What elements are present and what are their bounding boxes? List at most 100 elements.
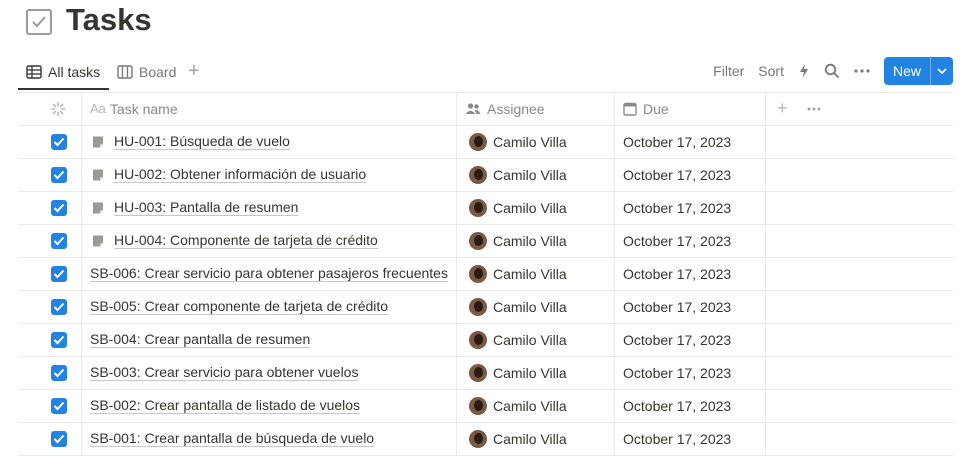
done-checkbox[interactable] <box>51 191 67 224</box>
checkbox-checked-icon <box>51 199 67 216</box>
avatar <box>469 297 487 316</box>
assignee-cell[interactable]: Camilo Villa <box>469 389 567 422</box>
done-checkbox[interactable] <box>51 422 67 455</box>
table-row[interactable]: HU-003: Pantalla de resumen Camilo Villa O… <box>18 191 953 224</box>
due-cell[interactable]: October 17, 2023 <box>623 257 731 290</box>
done-checkbox[interactable] <box>51 125 67 158</box>
done-checkbox[interactable] <box>51 158 67 191</box>
due-date: October 17, 2023 <box>623 133 732 150</box>
sort-button[interactable]: Sort <box>758 63 784 79</box>
due-cell[interactable]: October 17, 2023 <box>623 290 731 323</box>
done-checkbox[interactable] <box>51 290 67 323</box>
task-name[interactable]: SB-003: Crear servicio para obtener vuel… <box>90 364 359 381</box>
column-header-task-name[interactable]: Aa Task name <box>90 92 178 125</box>
checkbox-checked-icon <box>51 133 67 150</box>
table-row[interactable]: SB-003: Crear servicio para obtener vuel… <box>18 356 953 389</box>
more-options-icon[interactable] <box>854 69 870 73</box>
add-property-button[interactable]: + <box>777 92 788 125</box>
task-name[interactable]: HU-004: Componente de tarjeta de crédito <box>114 232 378 249</box>
assignee-cell[interactable]: Camilo Villa <box>469 290 567 323</box>
checkbox-checked-icon <box>51 166 67 183</box>
table-row[interactable]: SB-001: Crear pantalla de búsqueda de vu… <box>18 422 953 455</box>
table-row[interactable]: SB-004: Crear pantalla de resumen Camilo … <box>18 323 953 356</box>
task-name-cell: SB-004: Crear pantalla de resumen <box>90 323 311 356</box>
automation-lightning-icon[interactable] <box>798 63 810 79</box>
due-cell[interactable]: October 17, 2023 <box>623 158 731 191</box>
page-icon <box>91 234 105 248</box>
avatar <box>469 231 487 250</box>
table-row[interactable]: HU-004: Componente de tarjeta de crédito… <box>18 224 953 257</box>
due-date: October 17, 2023 <box>623 430 732 447</box>
done-checkbox[interactable] <box>51 257 67 290</box>
done-checkbox[interactable] <box>51 323 67 356</box>
task-name[interactable]: SB-002: Crear pantalla de listado de vue… <box>90 397 361 414</box>
assignee-cell[interactable]: Camilo Villa <box>469 422 567 455</box>
done-checkbox[interactable] <box>51 224 67 257</box>
due-cell[interactable]: October 17, 2023 <box>623 125 731 158</box>
table-row[interactable]: SB-002: Crear pantalla de listado de vue… <box>18 389 953 422</box>
page-header: Tasks <box>26 0 152 40</box>
new-button[interactable]: New <box>884 57 930 85</box>
new-options-chevron-icon[interactable] <box>930 57 953 85</box>
column-header-assignee[interactable]: Assignee <box>465 92 545 125</box>
tab-label: All tasks <box>48 64 101 80</box>
due-cell[interactable]: October 17, 2023 <box>623 389 731 422</box>
due-cell[interactable]: October 17, 2023 <box>623 356 731 389</box>
task-name[interactable]: SB-006: Crear servicio para obtener pasa… <box>90 265 448 282</box>
table-icon <box>26 65 42 79</box>
task-name-cell: SB-002: Crear pantalla de listado de vue… <box>90 389 361 422</box>
task-name[interactable]: HU-001: Búsqueda de vuelo <box>114 133 290 150</box>
task-name[interactable]: HU-002: Obtener información de usuario <box>114 166 367 183</box>
due-cell[interactable]: October 17, 2023 <box>623 191 731 224</box>
toolbar: Filter Sort New <box>713 57 953 85</box>
assignee-cell[interactable]: Camilo Villa <box>469 257 567 290</box>
checkbox-checked-icon <box>51 298 67 315</box>
done-checkbox[interactable] <box>51 356 67 389</box>
table-row[interactable]: SB-006: Crear servicio para obtener pasa… <box>18 257 953 290</box>
table-row[interactable]: HU-001: Búsqueda de vuelo Camilo Villa Oct… <box>18 125 953 158</box>
due-date: October 17, 2023 <box>623 166 732 183</box>
assignee-cell[interactable]: Camilo Villa <box>469 158 567 191</box>
done-checkbox[interactable] <box>51 389 67 422</box>
checkbox-icon <box>26 9 52 35</box>
page-title[interactable]: Tasks <box>66 2 152 38</box>
column-options-icon[interactable] <box>807 92 821 125</box>
task-name-cell: HU-002: Obtener información de usuario <box>91 158 367 191</box>
assignee-name: Camilo Villa <box>493 364 567 381</box>
due-cell[interactable]: October 17, 2023 <box>623 323 731 356</box>
assignee-cell[interactable]: Camilo Villa <box>469 224 567 257</box>
tab-all-tasks[interactable]: All tasks <box>26 55 100 89</box>
search-icon[interactable] <box>824 63 840 79</box>
add-view-button[interactable]: + <box>188 61 200 81</box>
task-name[interactable]: SB-005: Crear componente de tarjeta de c… <box>90 298 389 315</box>
task-name[interactable]: SB-004: Crear pantalla de resumen <box>90 331 311 348</box>
assignee-cell[interactable]: Camilo Villa <box>469 191 567 224</box>
tab-board[interactable]: Board <box>117 55 176 89</box>
task-name[interactable]: HU-003: Pantalla de resumen <box>114 199 299 216</box>
tab-label: Board <box>139 64 177 80</box>
board-icon <box>117 65 133 79</box>
column-header-due[interactable]: Due <box>623 92 669 125</box>
task-name-cell: HU-004: Componente de tarjeta de crédito <box>91 224 378 257</box>
assignee-name: Camilo Villa <box>493 232 567 249</box>
view-bar: All tasks Board + Filter Sort New <box>18 55 953 92</box>
filter-button[interactable]: Filter <box>713 63 744 79</box>
avatar <box>469 363 487 382</box>
assignee-cell[interactable]: Camilo Villa <box>469 125 567 158</box>
due-cell[interactable]: October 17, 2023 <box>623 224 731 257</box>
avatar <box>469 165 487 184</box>
assignee-name: Camilo Villa <box>493 199 567 216</box>
avatar <box>469 330 487 349</box>
table-row[interactable]: HU-002: Obtener información de usuario Ca… <box>18 158 953 191</box>
loading-spinner-icon <box>50 92 66 125</box>
due-cell[interactable]: October 17, 2023 <box>623 422 731 455</box>
page-icon <box>91 135 105 149</box>
table-row[interactable]: SB-005: Crear componente de tarjeta de c… <box>18 290 953 323</box>
task-name[interactable]: SB-001: Crear pantalla de búsqueda de vu… <box>90 430 375 447</box>
assignee-name: Camilo Villa <box>493 166 567 183</box>
assignee-cell[interactable]: Camilo Villa <box>469 323 567 356</box>
assignee-cell[interactable]: Camilo Villa <box>469 356 567 389</box>
checkbox-checked-icon <box>51 265 67 282</box>
avatar <box>469 429 487 448</box>
assignee-name: Camilo Villa <box>493 331 567 348</box>
